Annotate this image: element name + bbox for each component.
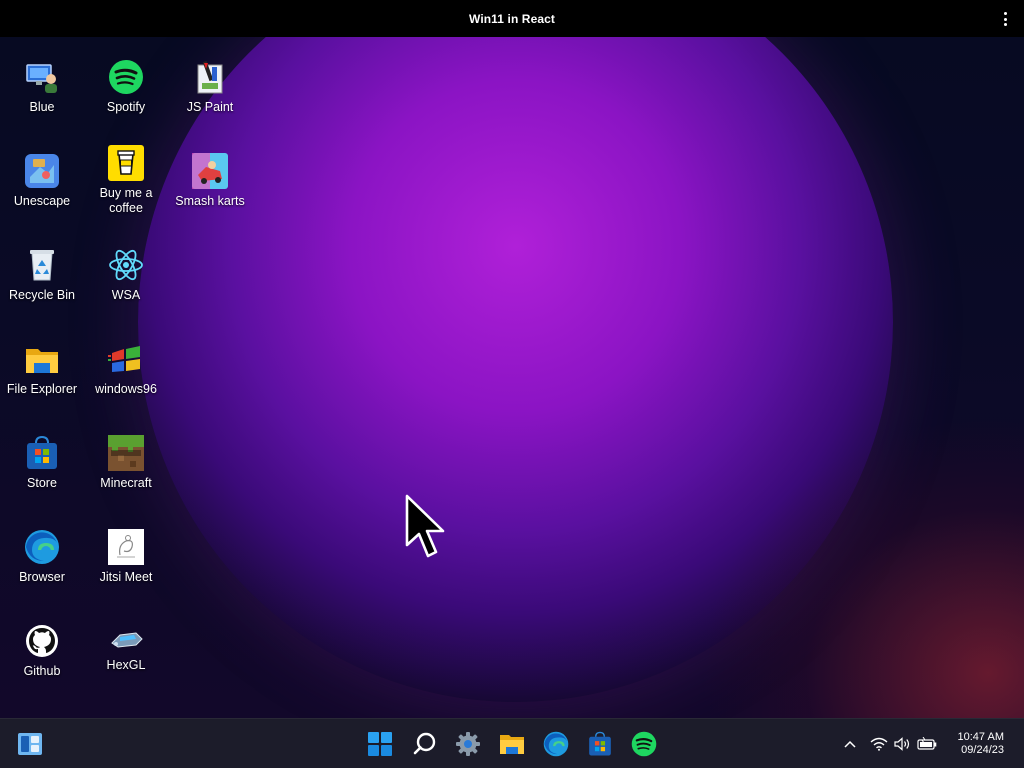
unescape-icon	[24, 153, 60, 189]
windows96-flag-icon	[108, 341, 144, 377]
desktop-icon-unescape[interactable]: Unescape	[0, 153, 84, 209]
start-windows-icon[interactable]	[364, 728, 396, 760]
taskbar-clock[interactable]: 10:47 AM 09/24/23	[958, 731, 1004, 757]
edge-icon[interactable]	[540, 728, 572, 760]
desktop-icon-label: Blue	[29, 100, 55, 114]
js-paint-icon	[192, 59, 228, 95]
desktop-icon-label: Browser	[19, 570, 65, 584]
desktop-icon-windows96[interactable]: windows96	[84, 341, 168, 397]
recycle-bin-icon	[24, 247, 60, 283]
desktop-wallpaper: Blue Unescape Recycle Bin File Explorer …	[0, 37, 1024, 718]
clock-time: 10:47 AM	[957, 731, 1004, 743]
desktop-icon-label: Buy me a coffee	[99, 186, 153, 215]
clock-date: 09/24/23	[961, 744, 1004, 756]
desktop-icon-jitsi-meet[interactable]: Jitsi Meet	[84, 529, 168, 585]
edge-icon	[24, 529, 60, 565]
volume-icon[interactable]	[892, 733, 914, 755]
desktop-icon-hexgl[interactable]: HexGL	[84, 623, 168, 673]
spotify-icon[interactable]	[628, 728, 660, 760]
desktop-icon-label: Jitsi Meet	[99, 570, 153, 584]
desktop-icon-label: JS Paint	[186, 100, 234, 114]
desktop-icon-label: Github	[23, 664, 61, 678]
folder-icon	[24, 341, 60, 377]
desktop-icon-blue[interactable]: Blue	[0, 59, 84, 115]
widgets-icon[interactable]	[14, 728, 46, 760]
desktop-icon-recycle-bin[interactable]: Recycle Bin	[0, 247, 84, 303]
taskbar: 10:47 AM 09/24/23	[0, 718, 1024, 768]
wallpaper-haze	[700, 417, 1024, 718]
desktop-icon-label: Unescape	[13, 194, 71, 208]
spotify-icon	[108, 59, 144, 95]
desktop-icon-browser[interactable]: Browser	[0, 529, 84, 585]
smash-karts-icon	[192, 153, 228, 189]
desktop-icon-store[interactable]: Store	[0, 435, 84, 491]
window-title-bar: Win11 in React	[0, 0, 1024, 37]
desktop-icon-smash-karts[interactable]: Smash karts	[168, 153, 252, 209]
desktop-icon-wsa[interactable]: WSA	[84, 247, 168, 303]
desktop-icon-label: HexGL	[106, 658, 146, 672]
react-atom-icon	[108, 247, 144, 283]
chevron-up-icon[interactable]	[840, 733, 860, 755]
desktop-icon-spotify[interactable]: Spotify	[84, 59, 168, 115]
more-options-icon[interactable]	[996, 10, 1014, 28]
desktop-icon-github[interactable]: Github	[0, 623, 84, 679]
desktop-icon-buy-me-a-coffee[interactable]: Buy me a coffee	[84, 145, 168, 216]
desktop-icon-label: Smash karts	[175, 194, 245, 208]
search-icon[interactable]	[409, 728, 441, 760]
desktop-icon-js-paint[interactable]: JS Paint	[168, 59, 252, 115]
desktop-icon-label: Spotify	[106, 100, 146, 114]
blue-computer-icon	[24, 59, 60, 95]
desktop-icon-label: Store	[27, 476, 57, 490]
window-title: Win11 in React	[469, 11, 555, 26]
desktop-icon-label: Recycle Bin	[9, 288, 75, 302]
github-icon	[24, 623, 60, 659]
desktop-icon-label: File Explorer	[6, 382, 78, 396]
coffee-cup-icon	[108, 145, 144, 181]
file-explorer-icon[interactable]	[496, 728, 528, 760]
jitsi-icon	[108, 529, 144, 565]
wifi-icon[interactable]	[868, 733, 890, 755]
desktop-icon-label: windows96	[95, 382, 157, 396]
desktop-icon-minecraft[interactable]: Minecraft	[84, 435, 168, 491]
desktop-icon-label: WSA	[111, 288, 141, 302]
store-icon	[24, 435, 60, 471]
desktop-icon-label: Minecraft	[100, 476, 152, 490]
mouse-cursor-icon	[405, 494, 445, 558]
desktop-icon-file-explorer[interactable]: File Explorer	[0, 341, 84, 397]
hexgl-icon	[108, 623, 144, 653]
battery-icon[interactable]	[916, 733, 938, 755]
settings-gear-icon[interactable]	[452, 728, 484, 760]
store-icon[interactable]	[584, 728, 616, 760]
minecraft-icon	[108, 435, 144, 471]
